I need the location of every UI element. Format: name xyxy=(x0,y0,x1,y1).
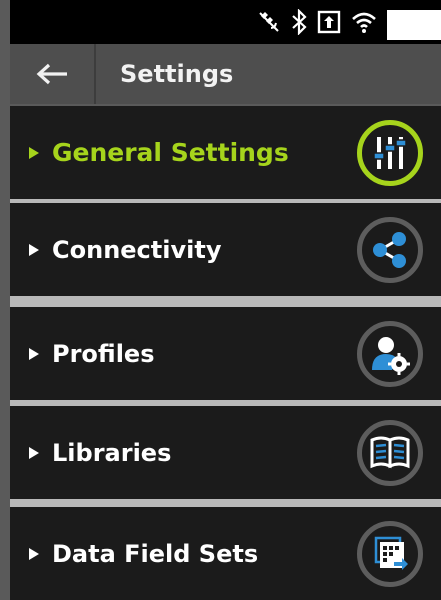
menu-item-profiles[interactable]: Profiles xyxy=(10,307,441,400)
settings-menu: General Settings Connectivity Profiles L… xyxy=(10,106,441,600)
book-icon xyxy=(357,419,423,486)
status-icons xyxy=(257,8,377,36)
back-button[interactable] xyxy=(10,44,96,104)
expand-arrow-icon xyxy=(29,547,39,560)
user-settings-icon xyxy=(357,320,423,387)
page-title: Settings xyxy=(120,60,234,88)
menu-item-label: Connectivity xyxy=(52,235,222,264)
status-bar xyxy=(10,0,441,44)
expand-arrow-icon xyxy=(29,146,39,159)
expand-arrow-icon xyxy=(29,347,39,360)
expand-arrow-icon xyxy=(29,243,39,256)
battery-icon xyxy=(387,10,441,40)
menu-item-label: Data Field Sets xyxy=(52,539,259,568)
menu-item-connectivity[interactable]: Connectivity xyxy=(10,203,441,296)
menu-item-label: Libraries xyxy=(52,438,172,467)
wifi-icon xyxy=(352,12,376,33)
back-arrow-icon xyxy=(36,63,67,85)
menu-item-label: General Settings xyxy=(52,138,289,167)
sliders-icon xyxy=(357,119,423,186)
expand-arrow-icon xyxy=(29,446,39,459)
share-icon xyxy=(357,216,423,283)
menu-item-label: Profiles xyxy=(52,339,155,368)
menu-item-data-field-sets[interactable]: Data Field Sets xyxy=(10,507,441,600)
screen-icon xyxy=(317,10,341,34)
bluetooth-icon xyxy=(292,9,307,35)
menu-item-general-settings[interactable]: General Settings xyxy=(10,106,441,199)
data-fields-icon xyxy=(357,520,423,587)
gps-off-icon xyxy=(259,12,279,32)
menu-item-libraries[interactable]: Libraries xyxy=(10,406,441,499)
header-bar: Settings xyxy=(10,44,441,104)
